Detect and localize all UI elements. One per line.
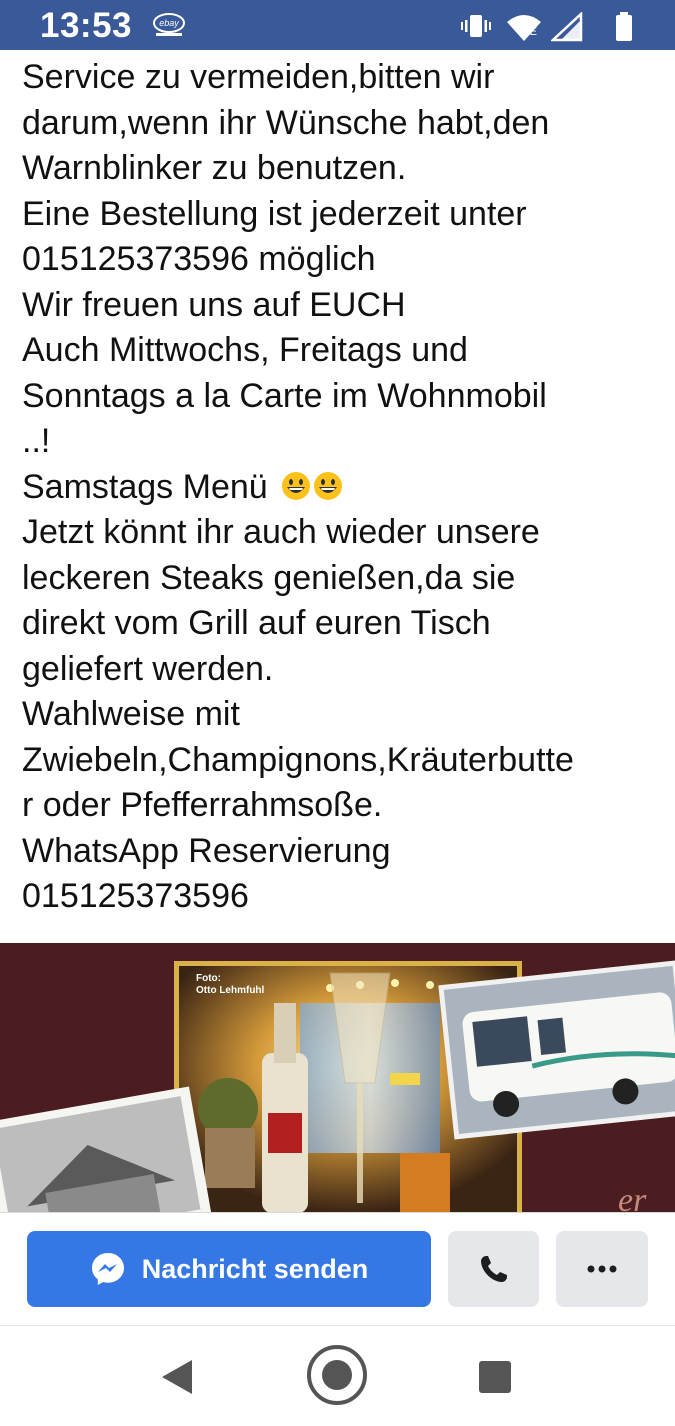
- more-button[interactable]: [556, 1231, 648, 1307]
- vibrate-icon: [461, 15, 491, 37]
- post-line: Eine Bestellung ist jederzeit unter: [22, 194, 527, 233]
- ebay-kleinanzeigen-icon: ebay: [153, 13, 185, 36]
- post-line: Warnblinker zu benutzen.: [22, 149, 407, 187]
- back-icon[interactable]: [160, 1358, 194, 1396]
- post-line: 015125373596: [22, 877, 249, 915]
- post-line: Auch Mittwochs, Freitags und: [22, 331, 468, 369]
- post-line: 015125373596 möglich: [22, 240, 376, 278]
- post-line: geliefert werden.: [22, 649, 274, 688]
- post-line: Zwiebeln,Champignons,Kräuterbutte: [22, 740, 574, 779]
- post-line: WhatsApp Reservierung: [22, 831, 391, 870]
- image-caption-author: Otto Lehmfuhl: [196, 985, 265, 996]
- post-line: Service zu vermeiden,bitten wir: [22, 58, 495, 96]
- svg-text:ebay: ebay: [159, 18, 179, 28]
- recents-icon[interactable]: [478, 1360, 512, 1394]
- send-message-button[interactable]: Nachricht senden: [27, 1231, 431, 1307]
- post-line: darum,wenn ihr Wünsche habt,den: [22, 103, 550, 142]
- grinning-face-emoji: [314, 471, 343, 500]
- battery-icon: [616, 12, 632, 41]
- post-line: Wahlweise mit: [22, 695, 240, 733]
- post-line: leckeren Steaks genießen,da sie: [22, 558, 516, 597]
- post-line: ..!: [22, 422, 51, 460]
- more-dots-icon: [587, 1265, 617, 1273]
- post-line: r oder Pfefferrahmsoße.: [22, 786, 383, 824]
- messenger-icon: [91, 1253, 124, 1285]
- restaurant-collage-image: er Foto: Otto Lehmfuhl: [0, 943, 675, 1213]
- post-line: Jetzt könnt ihr auch wieder unsere: [22, 513, 540, 551]
- wifi-icon: [507, 15, 541, 41]
- image-partial-text: er: [618, 1182, 647, 1213]
- post-image[interactable]: er Foto: Otto Lehmfuhl: [0, 943, 675, 1213]
- send-message-label: Nachricht senden: [141, 1253, 369, 1284]
- image-caption-label: Foto:: [196, 973, 221, 984]
- status-time: 13:53: [40, 6, 133, 45]
- action-bar: Nachricht senden: [0, 1212, 675, 1326]
- grinning-face-emoji: [282, 471, 311, 500]
- phone-icon: [480, 1256, 507, 1282]
- status-bar: 13:53 ebay E: [0, 0, 675, 50]
- post-text: Service zu vermeiden,bitten wir darum,we…: [22, 55, 662, 920]
- signal-icon: [551, 12, 583, 42]
- post-line: direkt vom Grill auf euren Tisch: [22, 604, 491, 642]
- home-icon[interactable]: [306, 1344, 368, 1406]
- network-type-label: E: [529, 26, 537, 38]
- post-line-menu: Samstags Menü: [22, 465, 662, 511]
- post-line-text: Samstags Menü: [22, 467, 268, 506]
- post-line: Wir freuen uns auf EUCH: [22, 285, 406, 324]
- post-line: Sonntags a la Carte im Wohnmobil: [22, 376, 547, 415]
- navigation-bar: [0, 1325, 675, 1426]
- call-button[interactable]: [448, 1231, 539, 1307]
